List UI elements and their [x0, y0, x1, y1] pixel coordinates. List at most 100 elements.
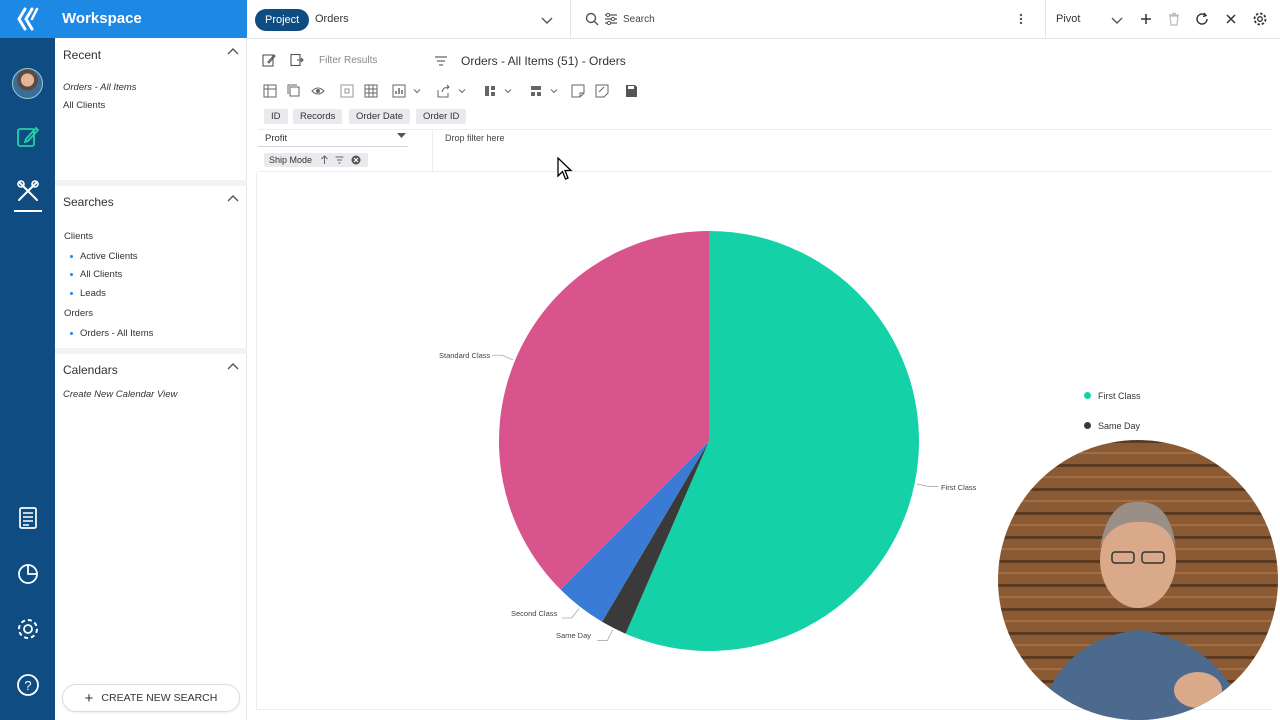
- create-new-search-label: CREATE NEW SEARCH: [101, 692, 218, 704]
- filter-results-input[interactable]: Filter Results: [319, 55, 377, 66]
- app-logo[interactable]: [0, 0, 55, 38]
- search-group-label: Orders: [64, 308, 94, 319]
- pie-label-same-day: Same Day: [556, 631, 592, 640]
- note-icon[interactable]: [571, 84, 585, 98]
- webcam-overlay: [998, 440, 1278, 720]
- project-pill[interactable]: Project: [255, 9, 310, 31]
- avatar[interactable]: [12, 68, 43, 99]
- trash-icon[interactable]: [1166, 11, 1182, 27]
- chevron-up-icon[interactable]: [227, 362, 239, 370]
- recent-item[interactable]: All Clients: [63, 100, 105, 111]
- create-new-search-button[interactable]: + CREATE NEW SEARCH: [62, 684, 240, 712]
- edit-icon[interactable]: [262, 53, 276, 67]
- bullet-icon: [70, 332, 73, 335]
- filter-icon[interactable]: [434, 54, 448, 68]
- remove-icon[interactable]: [351, 155, 361, 165]
- saved-search-item[interactable]: All Clients: [80, 269, 122, 280]
- copy-icon[interactable]: [287, 84, 301, 98]
- bullet-icon: [70, 255, 73, 258]
- note-edit-icon[interactable]: [595, 84, 609, 98]
- legend-item-first-class[interactable]: First Class: [1098, 391, 1141, 401]
- active-indicator: [14, 210, 42, 212]
- sort-ascending-icon[interactable]: [320, 155, 329, 165]
- chevron-down-icon[interactable]: [455, 84, 469, 98]
- pie-leader-line: [561, 608, 580, 619]
- pie-label-first-class: First Class: [941, 483, 977, 492]
- pivot-header: [258, 129, 1273, 172]
- section-divider: [55, 348, 247, 354]
- report-icon[interactable]: [15, 505, 41, 531]
- search-group-label: Clients: [64, 231, 94, 242]
- searches-section-title: Searches: [63, 195, 114, 209]
- saved-search-item[interactable]: Orders - All Items: [80, 328, 153, 339]
- search-input[interactable]: Search: [623, 14, 655, 25]
- value-field-select[interactable]: Profit: [265, 133, 287, 144]
- pie-label-second-class: Second Class: [511, 609, 558, 618]
- saved-search-item[interactable]: Leads: [80, 288, 106, 299]
- rows-icon[interactable]: [529, 84, 543, 98]
- edit-icon[interactable]: [15, 124, 41, 150]
- legend-item-same-day[interactable]: Same Day: [1098, 421, 1140, 431]
- saved-search-item[interactable]: Active Clients: [80, 251, 138, 262]
- tools-icon[interactable]: [15, 178, 41, 204]
- chevron-down-icon[interactable]: [547, 84, 561, 98]
- filter-drop-zone[interactable]: Drop filter here: [445, 133, 505, 143]
- chevron-down-icon[interactable]: [539, 12, 555, 28]
- field-chip-order-id[interactable]: Order ID: [416, 109, 467, 124]
- pie-leader-line: [916, 483, 939, 487]
- row-field-label: Ship Mode: [269, 155, 313, 165]
- divider: [570, 0, 571, 39]
- divider: [432, 130, 433, 171]
- chevron-down-icon[interactable]: [501, 84, 515, 98]
- sidebar: [55, 39, 247, 720]
- breadcrumb[interactable]: Orders: [315, 13, 349, 25]
- bullet-icon: [70, 273, 73, 276]
- chart-icon[interactable]: [392, 84, 406, 98]
- more-vertical-icon[interactable]: [1013, 11, 1029, 27]
- row-field-chip[interactable]: Ship Mode: [264, 153, 368, 167]
- field-chip-id[interactable]: ID: [264, 109, 288, 124]
- recent-item[interactable]: Orders - All Items: [63, 82, 137, 93]
- section-divider: [55, 180, 247, 186]
- chevron-up-icon[interactable]: [227, 47, 239, 55]
- eye-icon[interactable]: [311, 84, 325, 98]
- select-underline: [258, 146, 408, 147]
- top-bar: [247, 0, 1280, 39]
- export-icon[interactable]: [290, 53, 304, 67]
- bullet-icon: [70, 292, 73, 295]
- search-icon[interactable]: [584, 11, 600, 27]
- field-chip-records[interactable]: Records: [293, 109, 343, 124]
- create-calendar-link[interactable]: Create New Calendar View: [63, 389, 177, 400]
- filter-icon[interactable]: [335, 155, 344, 165]
- pivot-layout-icon[interactable]: [263, 84, 277, 98]
- save-icon[interactable]: [624, 84, 638, 98]
- page-title: Orders - All Items (51) - Orders: [461, 54, 626, 68]
- table-icon[interactable]: [364, 84, 378, 98]
- help-icon[interactable]: ?: [15, 672, 41, 698]
- share-icon[interactable]: [437, 84, 451, 98]
- divider: [1045, 0, 1046, 39]
- grid-icon[interactable]: [340, 84, 354, 98]
- add-icon[interactable]: [1138, 11, 1154, 27]
- close-icon[interactable]: [1223, 11, 1239, 27]
- columns-icon[interactable]: [483, 84, 497, 98]
- field-chip-order-date[interactable]: Order Date: [349, 109, 410, 124]
- recent-section-title: Recent: [63, 48, 102, 62]
- pie-chart-icon[interactable]: [15, 561, 41, 587]
- settings-icon[interactable]: [15, 616, 41, 642]
- chevron-down-icon[interactable]: [410, 84, 424, 98]
- gear-icon[interactable]: [1252, 11, 1268, 27]
- legend-swatch-first-class: [1084, 392, 1091, 399]
- pie-label-standard-class: Standard Class: [439, 351, 491, 360]
- filter-sliders-icon[interactable]: [603, 11, 619, 27]
- refresh-icon[interactable]: [1194, 11, 1210, 27]
- app-title: Workspace: [62, 10, 142, 27]
- plus-icon: +: [84, 689, 94, 707]
- chevron-up-icon[interactable]: [227, 194, 239, 202]
- view-mode-select[interactable]: Pivot: [1056, 13, 1080, 25]
- caret-down-icon[interactable]: [397, 133, 406, 139]
- logo-icon: [16, 7, 38, 31]
- app-rail: ?: [0, 0, 55, 720]
- chevron-down-icon[interactable]: [1109, 12, 1125, 28]
- calendars-section-title: Calendars: [63, 363, 118, 377]
